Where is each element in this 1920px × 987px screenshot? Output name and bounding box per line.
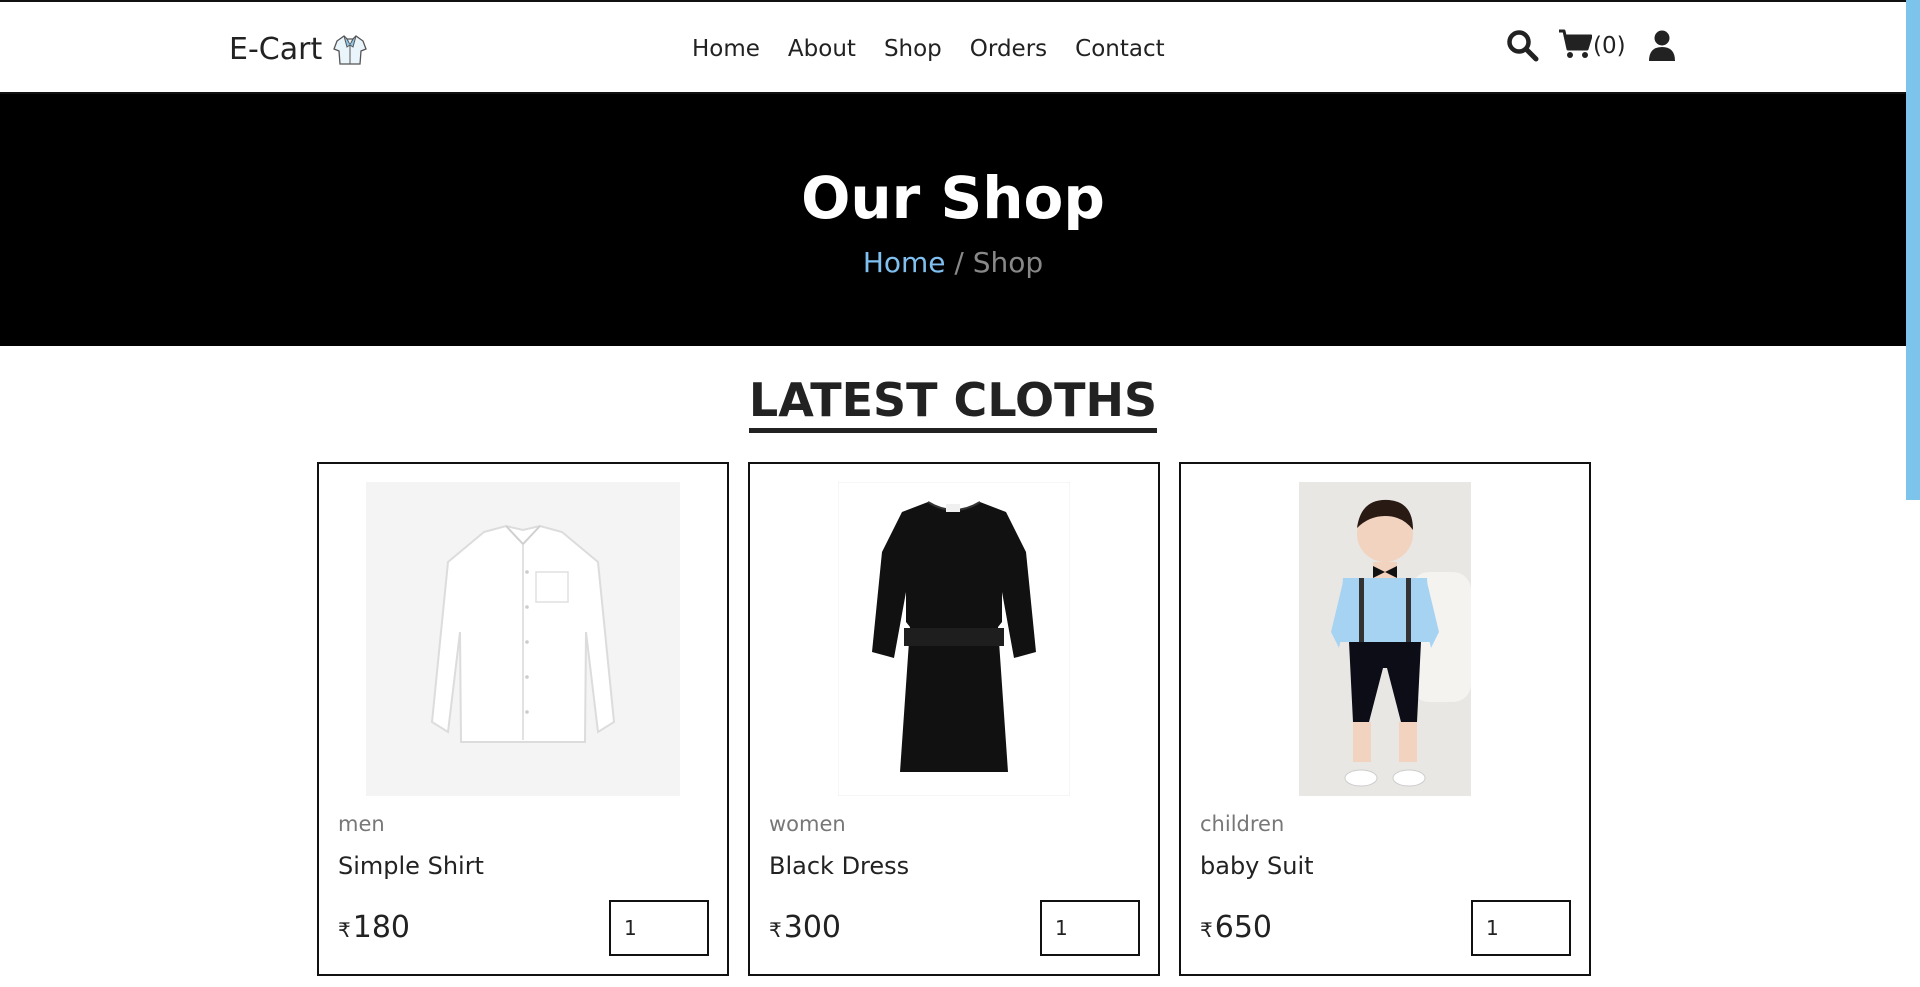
price-value: 180 [352,910,410,945]
product-category: women [769,812,846,836]
nav-contact[interactable]: Contact [1075,36,1164,62]
nav-shop[interactable]: Shop [884,36,942,62]
product-card: men Simple Shirt ₹180 [317,462,729,976]
product-image[interactable] [1181,482,1589,796]
quantity-input[interactable] [609,900,709,956]
cart-count: (0) [1593,33,1626,59]
product-price: ₹650 [1200,910,1272,945]
user-icon[interactable] [1648,30,1676,62]
nav-about[interactable]: About [788,36,856,62]
quantity-input[interactable] [1040,900,1140,956]
breadcrumb-separator: / [945,246,973,279]
product-card: women Black Dress ₹300 [748,462,1160,976]
currency-symbol: ₹ [1200,918,1213,942]
header-icons: (0) [1506,28,1676,64]
currency-symbol: ₹ [338,918,351,942]
cart-icon [1558,28,1593,64]
logo[interactable]: E-Cart [229,32,368,67]
product-category: men [338,812,385,836]
product-name: Simple Shirt [338,852,484,880]
breadcrumb-home-link[interactable]: Home [863,246,946,279]
product-card: children baby Suit ₹650 [1179,462,1591,976]
site-header: E-Cart Home About Shop Orders Contact (0… [0,0,1906,94]
section-heading: LATEST CLOTHS [0,372,1906,433]
product-price: ₹300 [769,910,841,945]
shirt-icon [332,33,368,67]
product-name: baby Suit [1200,852,1314,880]
currency-symbol: ₹ [769,918,782,942]
breadcrumb-current: Shop [972,246,1044,279]
product-name: Black Dress [769,852,910,880]
cart-button[interactable]: (0) [1558,28,1626,64]
product-image[interactable] [750,482,1158,796]
product-category: children [1200,812,1285,836]
logo-text: E-Cart [229,32,323,67]
nav-orders[interactable]: Orders [970,36,1047,62]
breadcrumb: Home / Shop [0,246,1906,279]
price-value: 300 [783,910,841,945]
main-nav: Home About Shop Orders Contact [692,36,1193,62]
product-price: ₹180 [338,910,410,945]
search-icon[interactable] [1506,29,1540,63]
quantity-input[interactable] [1471,900,1571,956]
price-value: 650 [1214,910,1272,945]
page-title: Our Shop [801,164,1105,232]
section-title: LATEST CLOTHS [748,372,1158,433]
scrollbar-track[interactable] [1906,0,1920,987]
product-image[interactable] [319,482,727,796]
hero-banner: Our Shop Home / Shop [0,94,1906,346]
nav-home[interactable]: Home [692,36,760,62]
scrollbar-thumb[interactable] [1906,0,1920,500]
